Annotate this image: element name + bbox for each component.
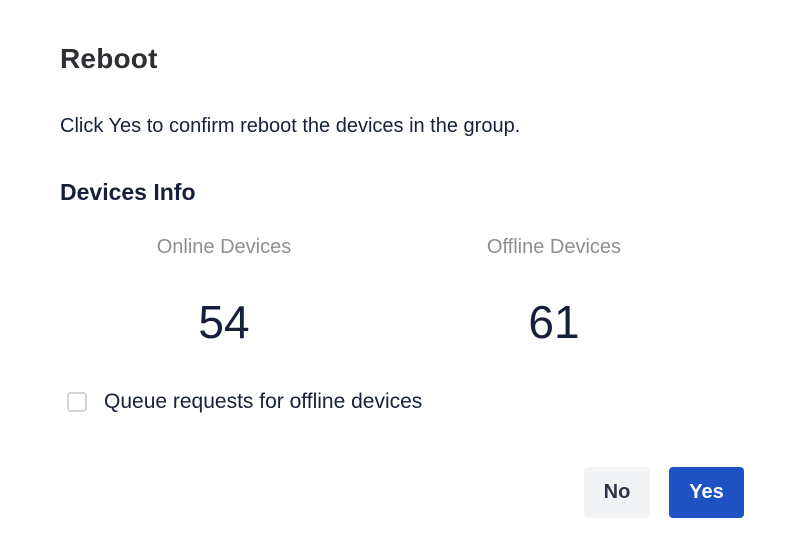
queue-requests-checkbox[interactable] [67, 392, 87, 412]
offline-devices-count: 61 [528, 296, 580, 348]
queue-requests-label: Queue requests for offline devices [104, 390, 423, 413]
devices-info-heading: Devices Info [60, 179, 196, 205]
queue-requests-option[interactable]: Queue requests for offline devices [67, 388, 422, 416]
online-devices-count: 54 [198, 296, 250, 348]
confirm-message: Click Yes to confirm reboot the devices … [60, 115, 521, 137]
offline-devices-label: Offline Devices [486, 236, 622, 258]
online-devices-stat: Online Devices 54 [94, 236, 354, 345]
online-devices-label: Online Devices [156, 236, 292, 258]
reboot-dialog: Reboot Click Yes to confirm reboot the d… [0, 0, 792, 542]
no-button[interactable]: No [584, 467, 650, 518]
yes-button[interactable]: Yes [669, 467, 744, 518]
offline-devices-stat: Offline Devices 61 [424, 236, 684, 345]
dialog-title: Reboot [60, 43, 158, 74]
